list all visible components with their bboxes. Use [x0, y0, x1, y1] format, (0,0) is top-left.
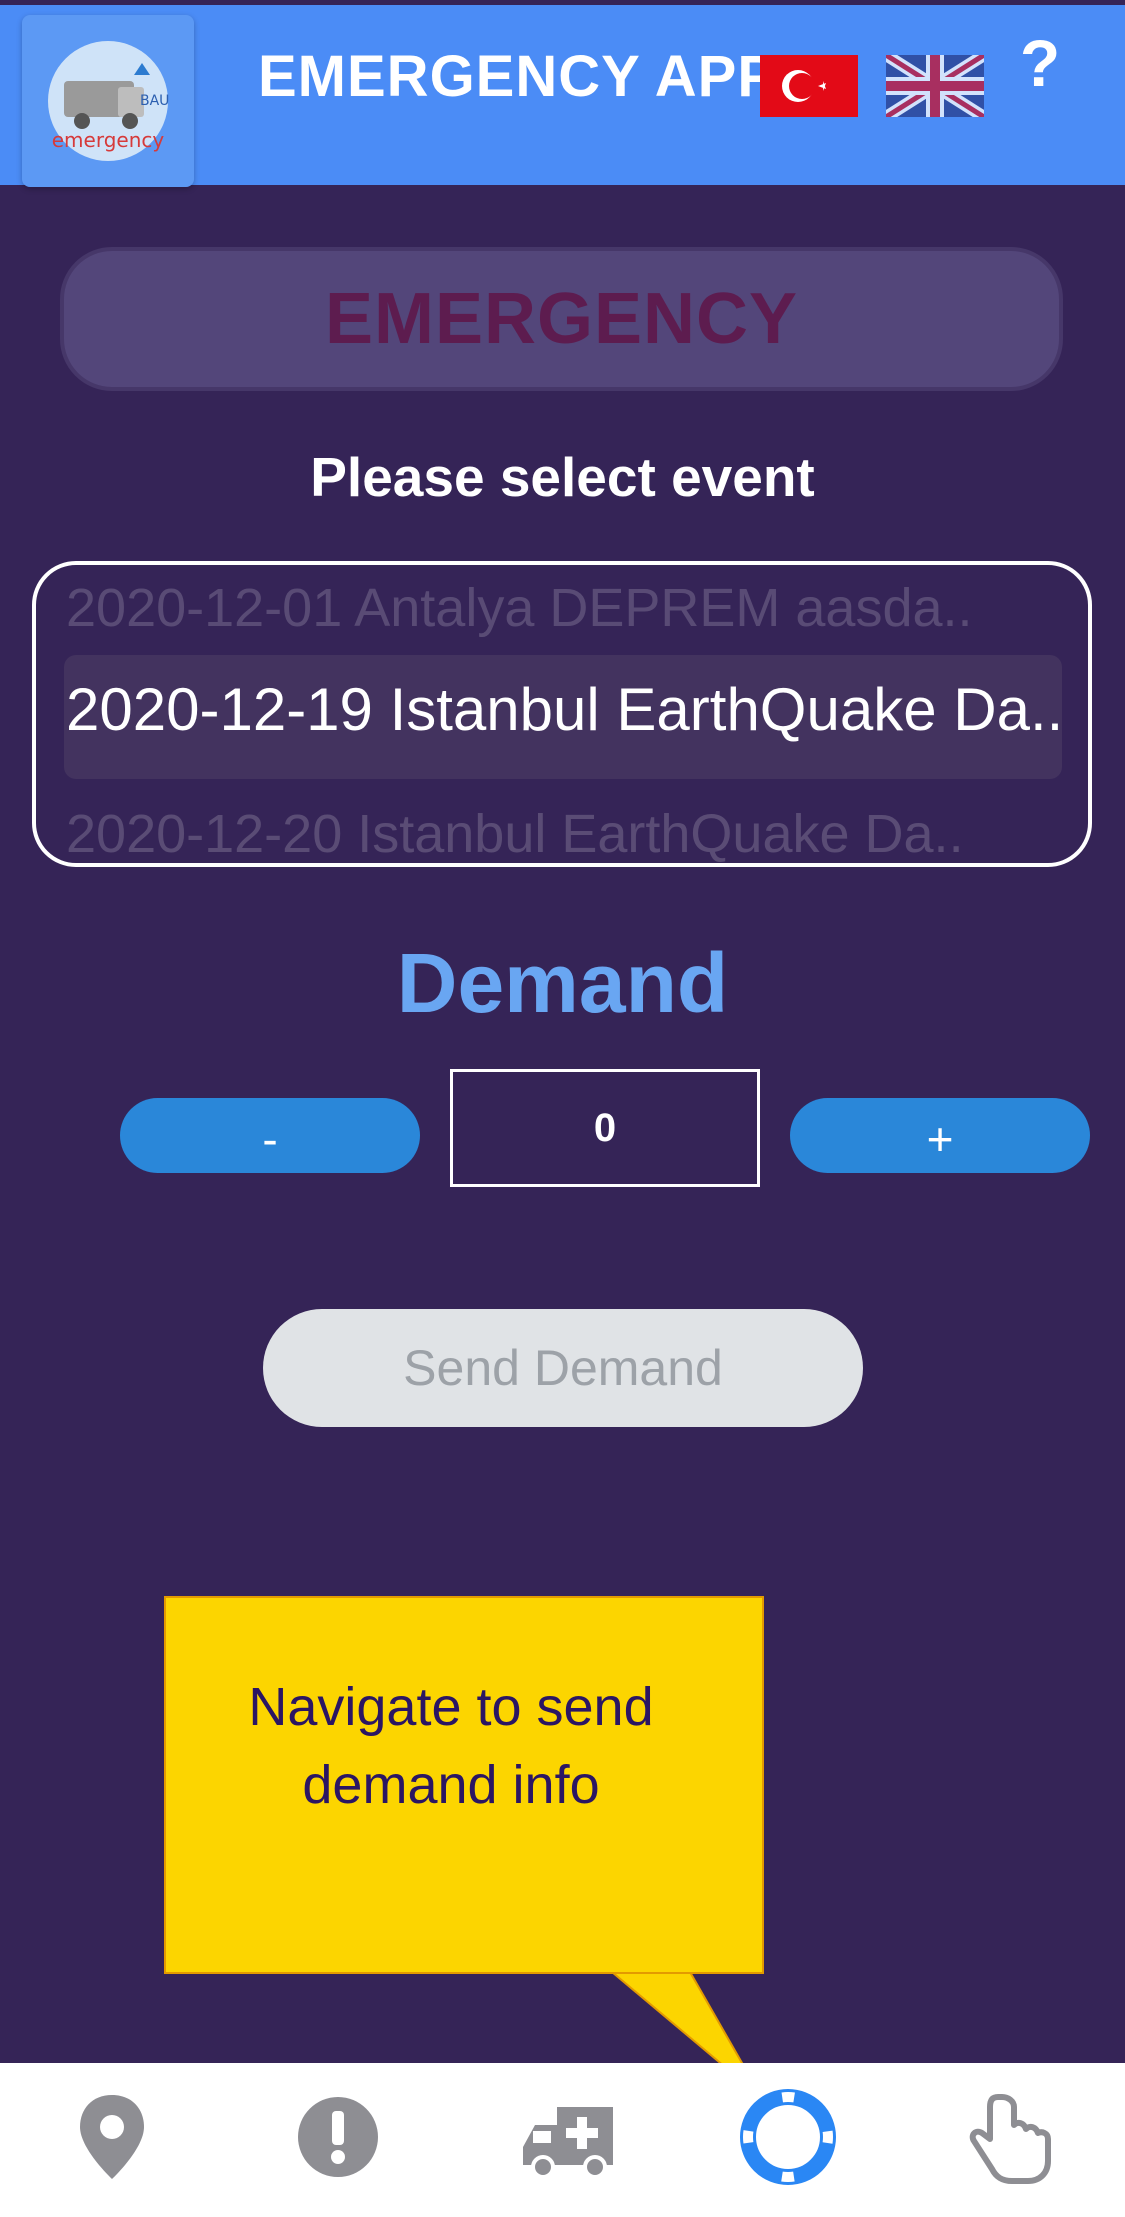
increment-button[interactable]: + [790, 1098, 1090, 1173]
uk-flag-icon[interactable] [886, 55, 984, 117]
decrement-button[interactable]: - [120, 1098, 420, 1173]
picker-option-selected[interactable]: 2020-12-19 Istanbul EarthQuake Da.. [66, 675, 1066, 744]
picker-option[interactable]: 2020-12-20 Istanbul EarthQuake Da.. [66, 803, 1066, 863]
alert-icon[interactable] [288, 2087, 388, 2187]
app-header: BAU emergency EMERGENCY APP ? [0, 5, 1125, 187]
logo-text: emergency [52, 128, 165, 152]
tooltip-text: Navigate to send demand info [248, 1677, 654, 1815]
svg-text:BAU: BAU [140, 93, 169, 109]
help-button[interactable]: ? [1010, 25, 1070, 105]
map-pin-icon[interactable] [62, 2087, 162, 2187]
tab-bar [0, 2063, 1125, 2217]
lifebuoy-icon[interactable] [738, 2087, 838, 2187]
ambulance-icon[interactable] [513, 2087, 623, 2187]
app-title: EMERGENCY APP [258, 44, 777, 109]
turkish-flag-icon[interactable] [760, 55, 858, 117]
app-logo-icon: BAU emergency [48, 41, 169, 161]
quantity-field[interactable]: 0 [450, 1069, 760, 1187]
picker-option[interactable]: 2020-12-01 Antalya DEPREM aasda.. [66, 577, 1066, 639]
app-logo: BAU emergency [22, 15, 194, 187]
tooltip: Navigate to send demand info [164, 1596, 764, 1974]
emergency-button[interactable]: EMERGENCY [60, 247, 1063, 391]
hand-pointer-icon[interactable] [962, 2087, 1062, 2187]
event-picker[interactable]: 2020-12-01 Antalya DEPREM aasda.. 2020-1… [32, 561, 1092, 867]
event-select-label: Please select event [310, 446, 815, 508]
demand-title: Demand [396, 936, 729, 1030]
send-demand-button[interactable]: Send Demand [263, 1309, 863, 1427]
